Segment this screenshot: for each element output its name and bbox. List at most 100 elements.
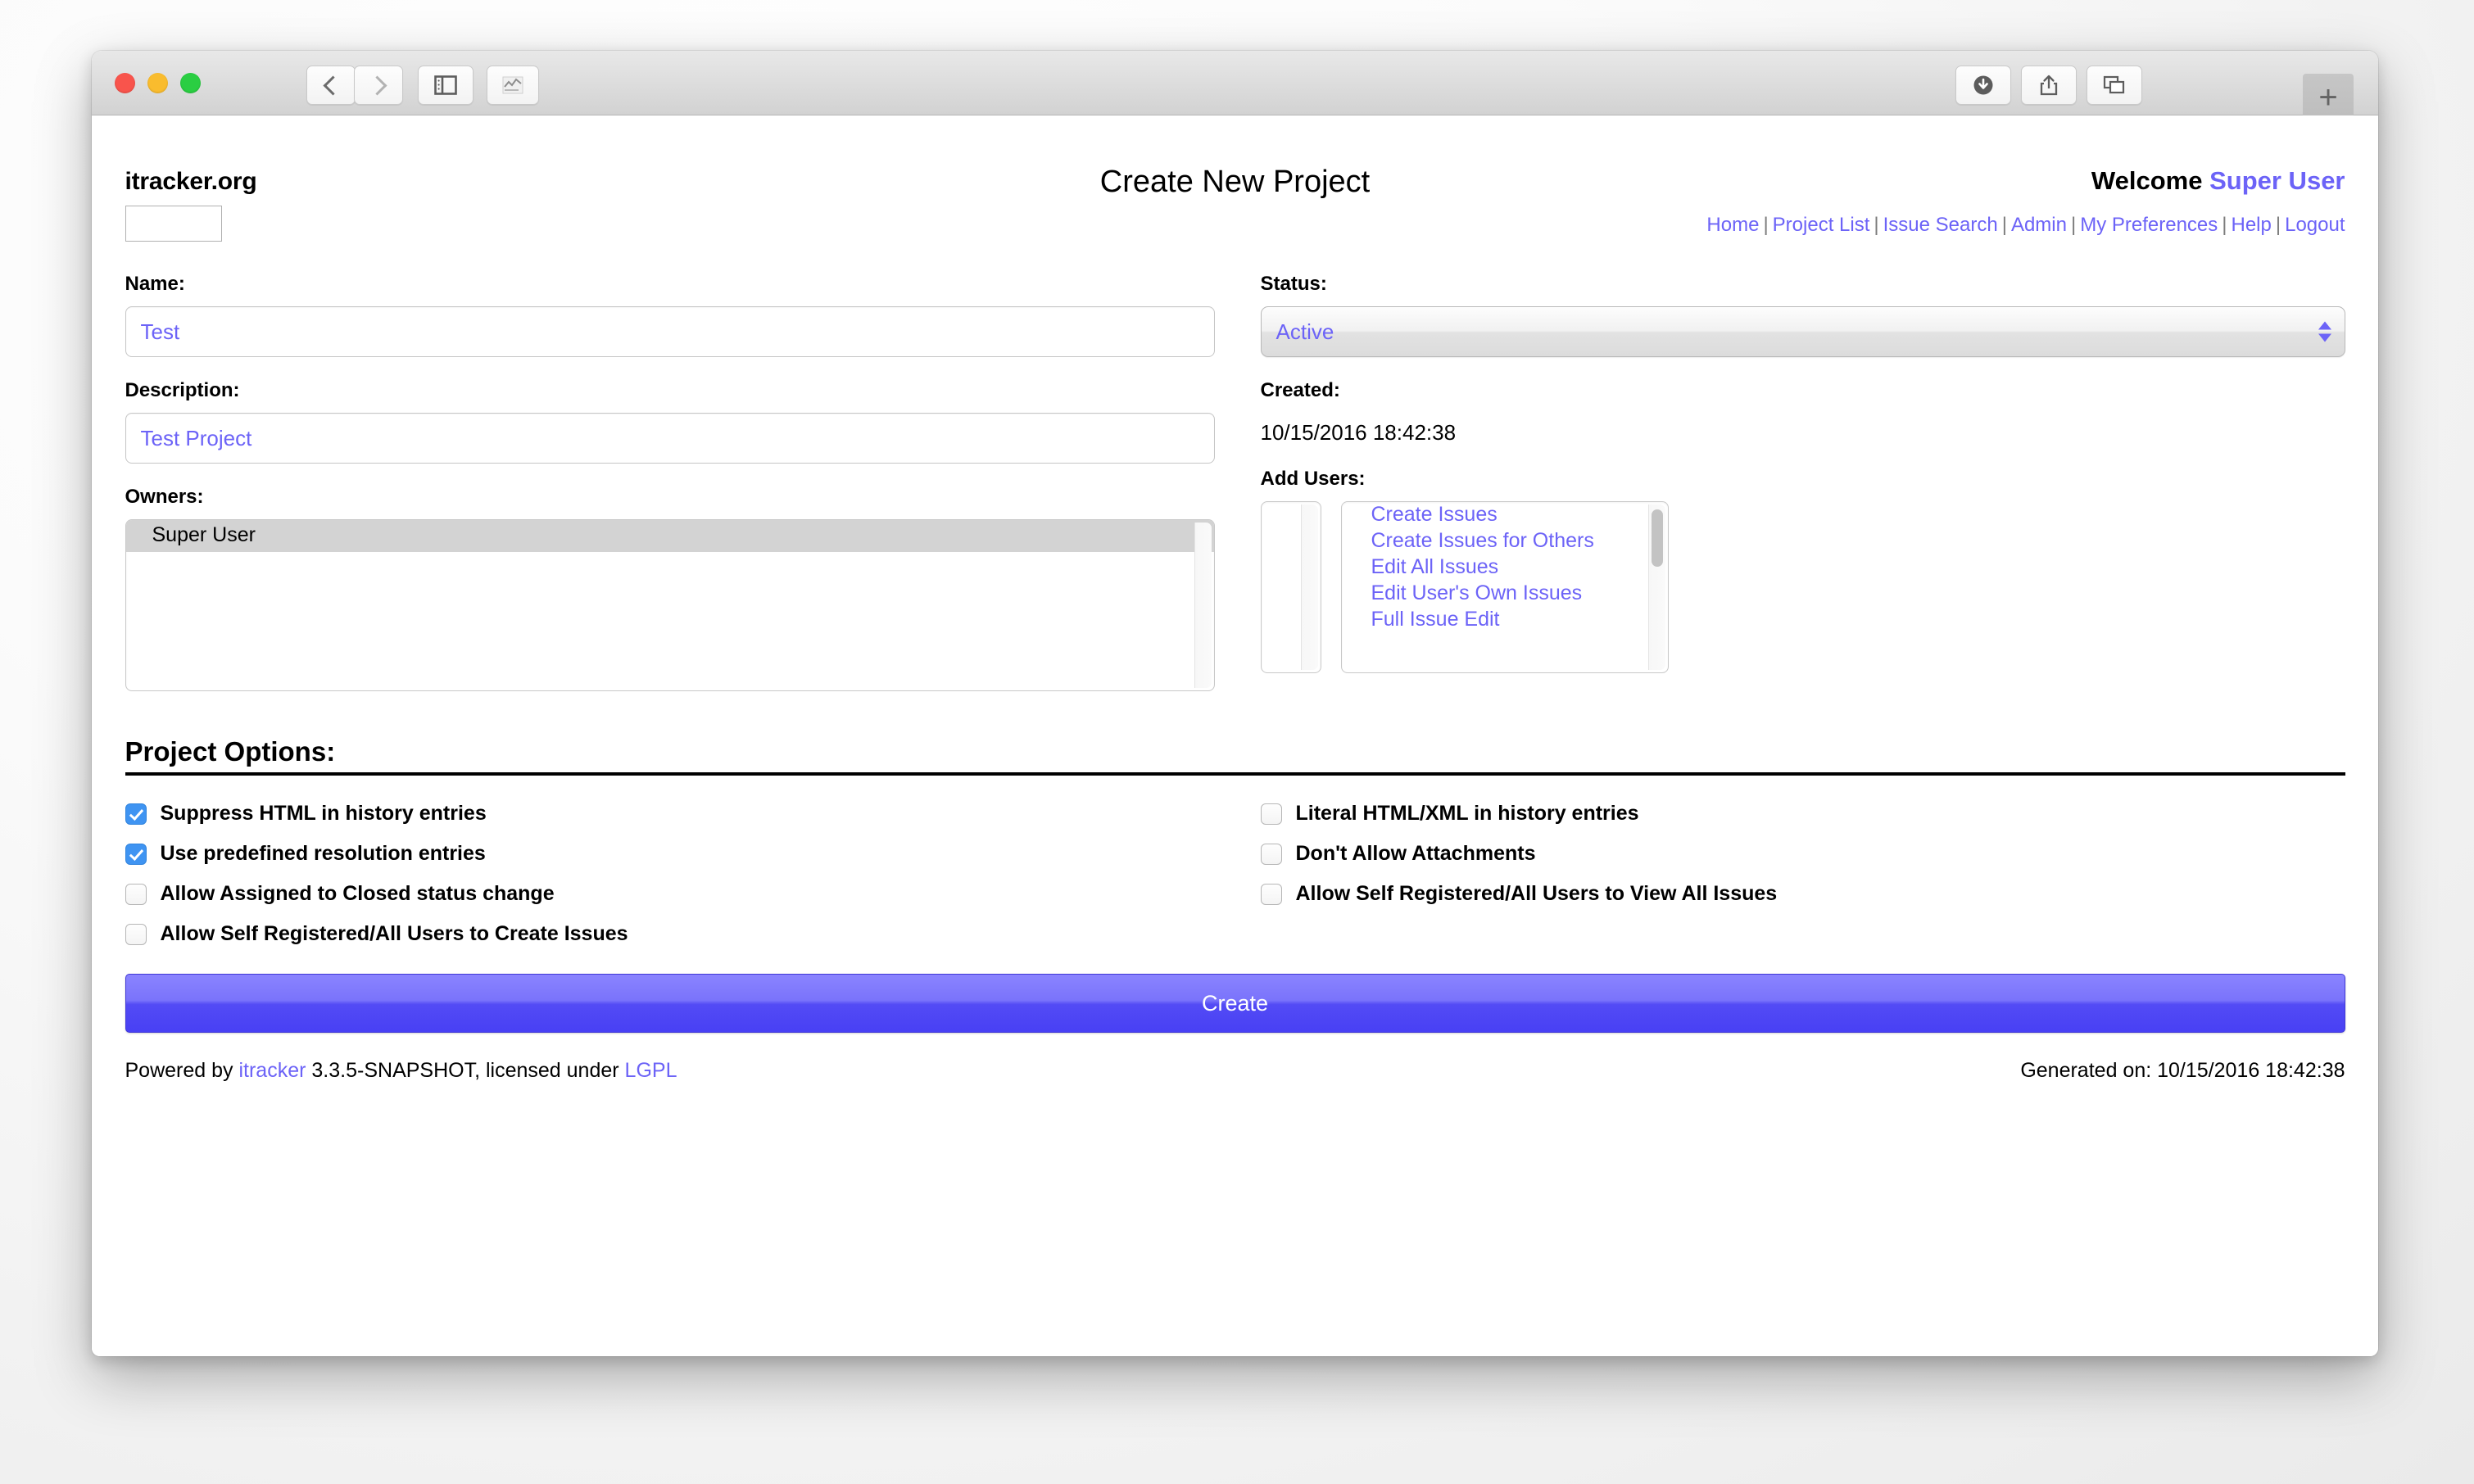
option-assigned-to-closed[interactable]: Allow Assigned to Closed status change	[125, 874, 1261, 914]
status-selected-value: Active	[1276, 319, 1334, 344]
field-status: Status: Active	[1260, 273, 2345, 357]
browser-titlebar: +	[92, 51, 2378, 121]
reader-icon	[502, 76, 523, 94]
field-owners: Owners: Super User	[125, 486, 1215, 691]
permissions-scrollbar-thumb[interactable]	[1651, 509, 1663, 567]
permission-list-item[interactable]: Create Issues for Others	[1342, 528, 1668, 554]
page-footer: Powered by itracker 3.3.5-SNAPSHOT, lice…	[125, 1059, 2345, 1100]
nav-separator: |	[2001, 214, 2007, 236]
permission-list-item[interactable]: Edit All Issues	[1342, 554, 1668, 581]
option-label: Allow Self Registered/All Users to Creat…	[160, 922, 628, 945]
add-users-row: Create Issues Create Issues for Others E…	[1260, 501, 2345, 673]
nav-separator: |	[2222, 214, 2227, 236]
sidebar-toggle-button[interactable]	[418, 66, 474, 105]
nav-link-logout[interactable]: Logout	[2285, 214, 2345, 236]
field-description: Description:	[125, 379, 1215, 464]
form-left-column: Name: Description: Owners: Super User	[125, 273, 1215, 713]
nav-link-issue-search[interactable]: Issue Search	[1883, 214, 1998, 236]
footer-license-link[interactable]: LGPL	[625, 1059, 677, 1082]
owners-scrollbar[interactable]	[1194, 523, 1212, 688]
page-header: itracker.org Create New Project Welcome …	[125, 148, 2345, 255]
new-tab-button[interactable]: +	[2303, 74, 2354, 121]
footer-powered-by: Powered by itracker 3.3.5-SNAPSHOT, lice…	[125, 1059, 677, 1083]
welcome-username: Super User	[2209, 166, 2345, 195]
page-content: itracker.org Create New Project Welcome …	[125, 115, 2345, 1100]
nav-link-project-list[interactable]: Project List	[1773, 214, 1870, 236]
checkbox-self-registered-view[interactable]	[1260, 883, 1282, 905]
chevron-up-icon	[2318, 321, 2331, 330]
footer-generated-on: Generated on: 10/15/2016 18:42:38	[2020, 1059, 2345, 1082]
share-icon	[2040, 75, 2058, 96]
downloads-button[interactable]	[1955, 66, 2011, 105]
nav-link-home[interactable]: Home	[1706, 214, 1759, 236]
chevron-down-icon	[2318, 333, 2331, 342]
close-window-button[interactable]	[115, 73, 135, 93]
footer-powered-prefix: Powered by	[125, 1059, 233, 1082]
tab-overview-button[interactable]	[2087, 66, 2142, 105]
description-input[interactable]	[125, 413, 1215, 464]
zoom-window-button[interactable]	[180, 73, 201, 93]
field-created: Created: 10/15/2016 18:42:38	[1261, 379, 2345, 446]
select-stepper-arrows-icon	[2318, 321, 2331, 342]
option-label: Literal HTML/XML in history entries	[1295, 802, 1639, 825]
logo-placeholder	[125, 206, 222, 242]
nav-links: Home | Project List | Issue Search | Admin | My …	[1706, 214, 2345, 237]
permission-list-item[interactable]: Full Issue Edit	[1342, 607, 1668, 633]
option-suppress-html[interactable]: Suppress HTML in history entries	[125, 794, 1261, 834]
forward-button[interactable]	[354, 66, 403, 105]
option-label: Don't Allow Attachments	[1295, 842, 1536, 865]
option-no-attachments[interactable]: Don't Allow Attachments	[1260, 834, 2345, 874]
nav-link-admin[interactable]: Admin	[2011, 214, 2067, 236]
status-select-wrapper: Active	[1260, 306, 2345, 357]
back-button[interactable]	[306, 66, 356, 105]
checkbox-suppress-html[interactable]	[125, 803, 147, 825]
created-value: 10/15/2016 18:42:38	[1260, 420, 1457, 445]
option-literal-html[interactable]: Literal HTML/XML in history entries	[1260, 794, 2345, 834]
status-label: Status:	[1260, 273, 1327, 295]
permissions-scrollbar[interactable]	[1647, 504, 1665, 670]
project-options-right: Literal HTML/XML in history entries Don'…	[1260, 794, 2345, 954]
create-button[interactable]: Create	[125, 974, 2345, 1033]
permissions-listbox[interactable]: Create Issues Create Issues for Others E…	[1340, 501, 1669, 673]
name-input[interactable]	[125, 306, 1215, 357]
project-options-heading: Project Options:	[125, 736, 336, 767]
checkbox-no-attachments[interactable]	[1260, 843, 1282, 865]
owners-list-item[interactable]: Super User	[125, 520, 1214, 552]
name-label: Name:	[125, 273, 185, 295]
owners-listbox[interactable]: Super User	[125, 519, 1215, 691]
available-users-scrollbar[interactable]	[1300, 504, 1318, 670]
project-options-divider	[125, 772, 2345, 776]
nav-link-my-preferences[interactable]: My Preferences	[2080, 214, 2218, 236]
nav-separator: |	[2070, 214, 2077, 236]
forward-chevron-icon	[366, 75, 387, 96]
footer-itracker-link[interactable]: itracker	[238, 1059, 306, 1082]
field-name: Name:	[125, 273, 1215, 357]
welcome-prefix: Welcome	[2091, 166, 2203, 195]
checkbox-predefined-resolution[interactable]	[125, 843, 147, 865]
share-button[interactable]	[2021, 66, 2077, 105]
checkbox-assigned-to-closed[interactable]	[125, 883, 147, 905]
permission-list-item[interactable]: Create Issues	[1342, 502, 1668, 528]
minimize-window-button[interactable]	[147, 73, 168, 93]
sidebar-icon	[434, 75, 457, 95]
option-label: Use predefined resolution entries	[160, 842, 486, 865]
page-title: Create New Project	[1099, 165, 1371, 199]
created-label: Created:	[1260, 379, 1340, 401]
add-users-label: Add Users:	[1260, 468, 1366, 490]
nav-separator: |	[1763, 214, 1769, 236]
field-add-users: Add Users: Create Issues Create Issues f…	[1260, 468, 2345, 673]
checkbox-literal-html[interactable]	[1260, 803, 1282, 825]
status-select[interactable]: Active	[1260, 306, 2345, 357]
option-self-registered-view[interactable]: Allow Self Registered/All Users to View …	[1260, 874, 2345, 914]
option-self-registered-create[interactable]: Allow Self Registered/All Users to Creat…	[125, 914, 1261, 954]
web-page: itracker.org Create New Project Welcome …	[92, 115, 2378, 1356]
reader-view-button[interactable]	[487, 66, 539, 105]
option-label: Suppress HTML in history entries	[160, 802, 487, 825]
nav-separator: |	[1874, 214, 1879, 236]
option-predefined-resolution[interactable]: Use predefined resolution entries	[125, 834, 1261, 874]
checkbox-self-registered-create[interactable]	[125, 923, 147, 945]
available-users-listbox[interactable]	[1260, 501, 1321, 673]
nav-link-help[interactable]: Help	[2232, 214, 2272, 236]
nav-separator: |	[2275, 214, 2281, 236]
permission-list-item[interactable]: Edit User's Own Issues	[1342, 581, 1668, 607]
